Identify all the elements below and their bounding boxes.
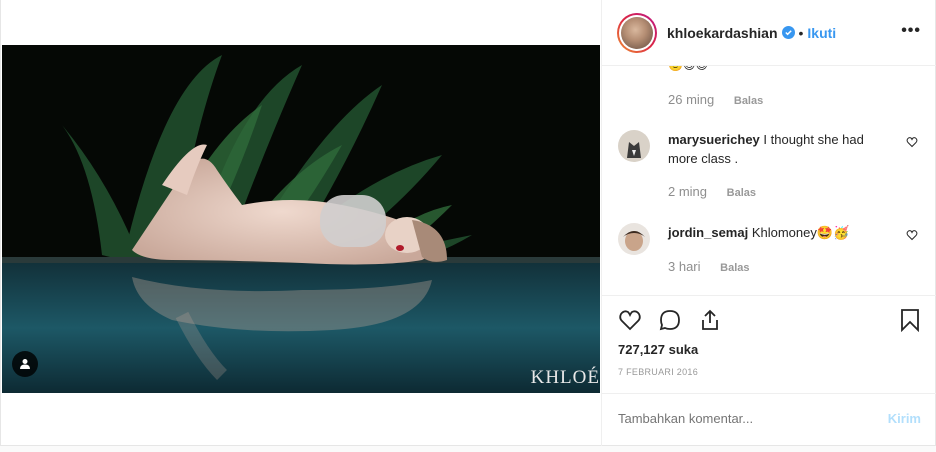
post-comment-button[interactable]: Kirim: [888, 411, 921, 426]
post-image[interactable]: KHLOÉ: [2, 45, 600, 393]
author-username[interactable]: khloekardashian: [667, 25, 778, 41]
add-comment-bar: Kirim: [602, 393, 936, 446]
post-card: KHLOÉ khloekardashian • Ikuti ••• 🙂😉😊 26…: [0, 0, 936, 446]
bookmark-icon[interactable]: [898, 308, 922, 332]
top-comment-emojis: 🙂😉😊: [668, 66, 708, 72]
reply-button[interactable]: Balas: [727, 187, 756, 199]
share-icon[interactable]: [698, 308, 722, 332]
comment-text: marysuerichey I thought she had more cla…: [668, 130, 886, 168]
reply-button[interactable]: Balas: [720, 262, 749, 274]
follow-button[interactable]: Ikuti: [807, 25, 836, 41]
comment-meta: 2 ming Balas: [668, 184, 756, 199]
comment-like-heart-icon[interactable]: [906, 136, 918, 148]
post-date[interactable]: 7 FEBRUARI 2016: [618, 367, 698, 377]
reply-button[interactable]: Balas: [734, 95, 763, 107]
header-separator: •: [798, 24, 804, 41]
like-count[interactable]: 727,127 suka: [618, 342, 698, 357]
comment-text: jordin_semaj Khlomoney🤩🥳: [668, 223, 886, 242]
commenter-username[interactable]: marysuerichey: [668, 132, 760, 147]
commenter-avatar[interactable]: [618, 223, 650, 255]
comment-meta: 3 hari Balas: [668, 259, 750, 274]
comments-list[interactable]: 🙂😉😊 26 ming Balas marysuerichey I though…: [602, 66, 936, 295]
comment-like-heart-icon[interactable]: [906, 229, 918, 241]
comment-time: 3 hari: [668, 259, 701, 274]
commenter-username[interactable]: jordin_semaj: [668, 225, 748, 240]
author-avatar[interactable]: [617, 12, 657, 53]
post-photo: [2, 45, 600, 393]
post-side-panel: khloekardashian • Ikuti ••• 🙂😉😊 26 ming …: [601, 0, 936, 446]
user-tag-button[interactable]: [12, 351, 38, 377]
image-watermark: KHLOÉ: [530, 367, 600, 388]
comment-time: 2 ming: [668, 184, 708, 199]
comment-input[interactable]: [618, 411, 858, 426]
verified-badge-icon: [781, 26, 795, 39]
comment-meta: 26 ming Balas: [668, 92, 763, 107]
comment-time: 26 ming: [668, 92, 715, 107]
more-icon[interactable]: •••: [901, 22, 921, 40]
post-actions: [602, 295, 936, 345]
comment-icon[interactable]: [658, 308, 682, 332]
user-tag-icon: [20, 359, 30, 369]
commenter-avatar[interactable]: [618, 130, 650, 162]
comment-body: Khlomoney🤩🥳: [751, 225, 850, 240]
post-header: khloekardashian • Ikuti •••: [602, 0, 936, 66]
heart-icon[interactable]: [618, 308, 642, 332]
